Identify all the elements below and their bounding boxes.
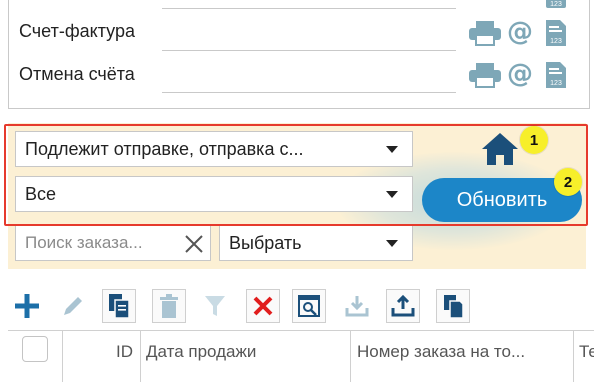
delete-icon [160, 294, 178, 318]
choose-select-value: Выбрать [229, 232, 302, 253]
import-icon [345, 296, 369, 317]
row-input-underline [162, 8, 456, 9]
delete-button[interactable] [152, 289, 186, 323]
clear-filter-button[interactable] [246, 289, 280, 323]
add-icon [15, 294, 39, 318]
svg-text:@: @ [507, 60, 533, 88]
annotation-badge-2: 2 [554, 168, 582, 196]
column-separator [62, 331, 63, 382]
search-placeholder: Поиск заказа... [25, 233, 143, 252]
column-header-truncated[interactable]: Те [579, 342, 594, 362]
edit-icon [64, 297, 82, 315]
preview-button[interactable] [292, 289, 326, 323]
order-search-input[interactable]: Поиск заказа... [15, 225, 211, 261]
svg-text:123: 123 [550, 80, 562, 87]
add-button[interactable] [10, 289, 44, 323]
highlight-box [4, 124, 588, 226]
filter-button[interactable] [198, 289, 232, 323]
copy-files-button[interactable] [436, 289, 470, 323]
choose-select[interactable]: Выбрать [219, 225, 413, 261]
row-input-underline [162, 92, 456, 93]
document-123-icon[interactable]: 123 [544, 0, 570, 15]
chevron-down-icon [386, 240, 398, 247]
export-icon [391, 294, 415, 317]
printer-icon[interactable] [468, 20, 502, 51]
edit-button[interactable] [56, 289, 90, 323]
copy-button[interactable] [102, 289, 136, 323]
column-separator [573, 331, 574, 382]
clear-search-icon[interactable] [184, 234, 204, 259]
svg-text:123: 123 [550, 38, 562, 45]
column-separator [350, 331, 351, 382]
filter-icon [205, 296, 225, 316]
column-header-sale-date[interactable]: Дата продажи [146, 342, 342, 362]
column-header-order-number[interactable]: Номер заказа на то... [357, 342, 567, 362]
column-header-id[interactable]: ID [116, 342, 133, 362]
select-all-checkbox[interactable] [22, 336, 48, 362]
svg-text:@: @ [507, 18, 533, 46]
row-label-invoice: Счет-фактура [19, 21, 135, 41]
export-button[interactable] [386, 289, 420, 323]
copy-files-icon [444, 295, 464, 319]
at-email-icon[interactable]: @ [506, 17, 534, 51]
column-separator [140, 331, 141, 382]
svg-text:123: 123 [550, 1, 562, 8]
row-label-cancel-invoice: Отмена счёта [19, 64, 135, 84]
annotation-badge-1: 1 [520, 126, 548, 154]
clear-filter-icon [253, 296, 273, 316]
copy-icon [109, 294, 130, 319]
document-123-icon[interactable]: 123 [544, 60, 568, 95]
at-email-icon[interactable]: @ [506, 59, 534, 93]
import-button[interactable] [340, 289, 374, 323]
document-123-icon[interactable]: 123 [544, 18, 568, 53]
printer-icon[interactable] [468, 62, 502, 93]
preview-icon [298, 295, 320, 317]
row-input-underline [162, 50, 456, 51]
